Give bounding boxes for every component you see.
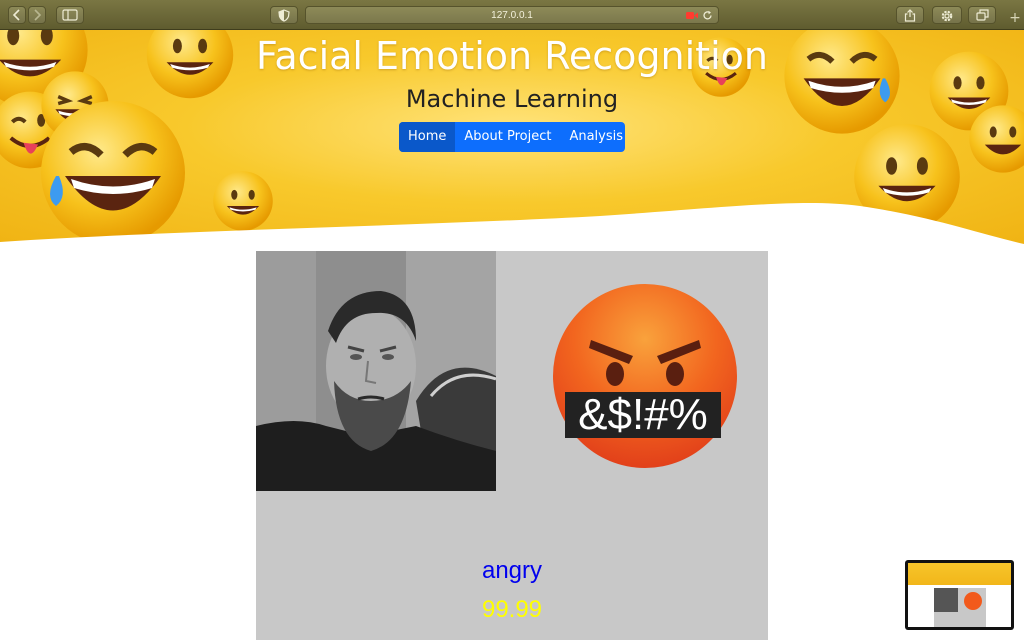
webcam-photo (256, 251, 496, 491)
pip-photo (934, 588, 958, 612)
nav-analysis[interactable]: Analysis (560, 122, 625, 152)
reload-icon[interactable] (702, 10, 713, 21)
back-button[interactable] (8, 6, 26, 24)
share-button[interactable] (896, 6, 924, 24)
shield-icon (278, 9, 290, 22)
pip-preview (908, 563, 1011, 627)
sidebar-button[interactable] (56, 6, 84, 24)
forward-button[interactable] (28, 6, 46, 24)
url-text: 127.0.0.1 (491, 10, 533, 21)
emotion-label: angry (481, 557, 543, 584)
pip-banner (908, 563, 1011, 585)
privacy-button[interactable] (270, 6, 298, 24)
result-panel: &$!#% angry 99.99 (256, 251, 768, 640)
hero-banner: Facial Emotion Recognition Machine Learn… (0, 30, 1024, 246)
gear-icon (941, 10, 953, 22)
plus-icon: + (1009, 10, 1021, 26)
face-image (256, 251, 496, 491)
page-subtitle: Machine Learning (405, 85, 619, 113)
pip-emoji (964, 592, 982, 610)
new-tab-button[interactable]: + (1006, 6, 1024, 30)
tabs-icon (975, 9, 989, 21)
confidence-score: 99.99 (481, 596, 543, 623)
record-icon[interactable] (686, 11, 698, 20)
nav-home[interactable]: Home (399, 122, 456, 152)
pip-thumbnail[interactable] (905, 560, 1014, 630)
angry-cursing-emoji: &$!#% (553, 284, 737, 468)
address-bar[interactable]: 127.0.0.1 (305, 6, 719, 24)
sidebar-icon (62, 9, 78, 21)
chevron-right-icon (34, 9, 42, 21)
chevron-left-icon (12, 9, 20, 21)
settings-button[interactable] (932, 6, 962, 24)
cursing-text: &$!#% (578, 390, 708, 439)
pip-panel (934, 588, 986, 627)
share-icon (904, 9, 916, 22)
nav-bar: Home About Project Analysis (399, 122, 625, 152)
nav-about-project[interactable]: About Project (455, 122, 560, 152)
tabs-button[interactable] (968, 6, 996, 24)
browser-toolbar: 127.0.0.1 + (0, 0, 1024, 30)
page-title: Facial Emotion Recognition (256, 34, 768, 78)
